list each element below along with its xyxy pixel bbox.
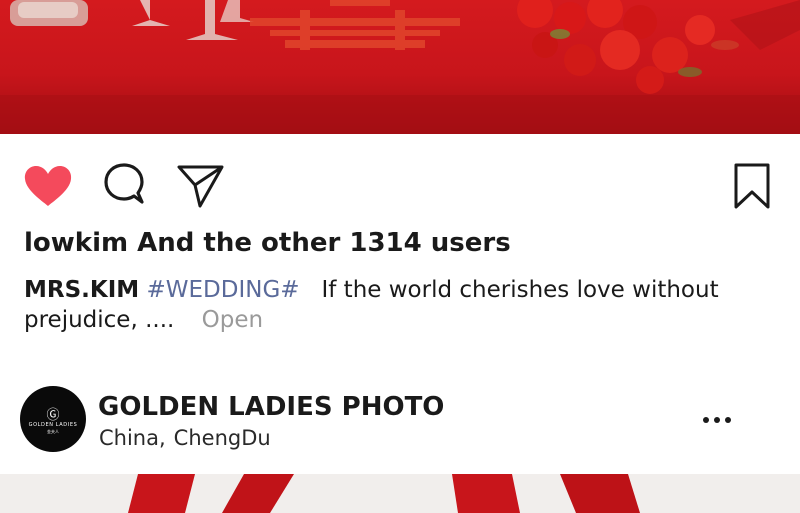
location-country: China, [99,426,166,450]
heart-filled-icon [24,166,72,206]
author-location[interactable]: China, ChengDu [99,426,271,450]
author-name[interactable]: GOLDEN LADIES PHOTO [98,392,444,422]
post-action-bar [0,160,800,215]
author-header: Ⓖ GOLDEN LADIES 金夫人 GOLDEN LADIES PHOTO … [0,380,800,460]
location-city: ChengDu [173,426,271,450]
send-icon [177,165,224,208]
avatar[interactable]: Ⓖ GOLDEN LADIES 金夫人 [20,386,86,452]
like-button[interactable] [22,160,74,212]
post-photo-bottom[interactable] [0,474,800,513]
likes-count[interactable]: lowkim And the other 1314 users [24,228,784,258]
brand-logo-icon: Ⓖ [46,408,60,423]
post-caption: MRS.KIM #WEDDING# If the world cherishes… [24,275,724,335]
comment-button[interactable] [98,160,150,212]
avatar-logo-text: GOLDEN LADIES [28,422,78,428]
comment-icon [104,163,144,204]
post-photo-top[interactable] [0,0,800,134]
more-horizontal-icon-dot [714,417,720,423]
more-horizontal-icon-dot [725,417,731,423]
bookmark-icon [734,163,770,209]
more-horizontal-icon [703,417,709,423]
save-button[interactable] [726,160,778,212]
more-options-button[interactable] [694,402,740,438]
caption-username[interactable]: MRS.KIM [24,277,139,303]
avatar-logo-sub: 金夫人 [47,429,59,434]
next-post-image [128,474,640,513]
caption-hashtag[interactable]: #WEDDING# [146,277,299,303]
wedding-table-image [0,0,800,134]
caption-open-link[interactable]: Open [202,307,263,333]
share-button[interactable] [174,160,226,212]
